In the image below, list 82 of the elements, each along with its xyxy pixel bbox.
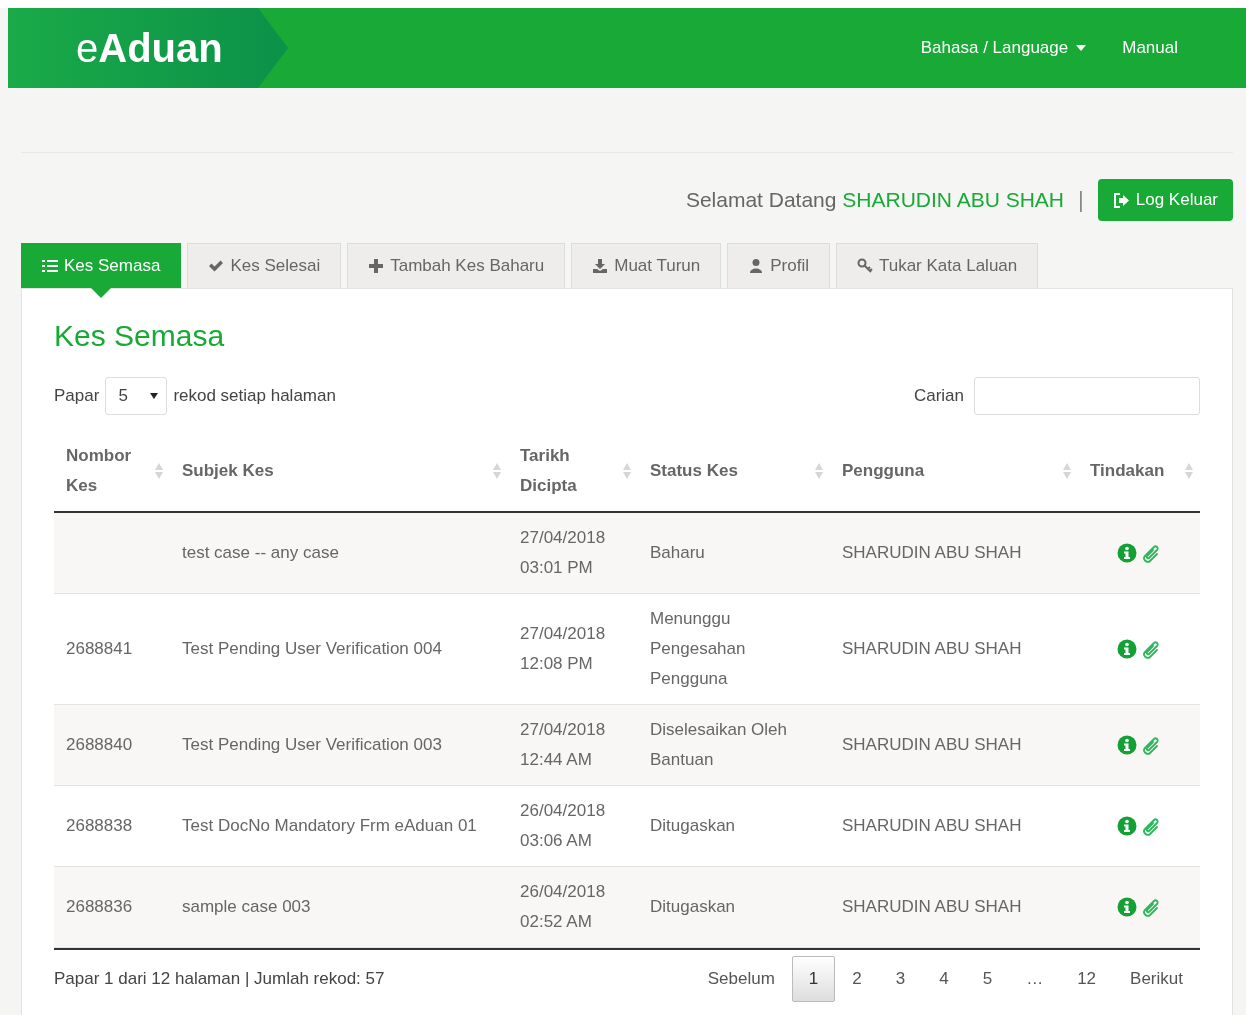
table-cell: Baharu bbox=[650, 543, 705, 562]
panel-title: Kes Semasa bbox=[54, 319, 226, 353]
search-field[interactable] bbox=[974, 377, 1200, 415]
column-header[interactable]: Nombor Kes bbox=[66, 441, 150, 501]
table-cell: 27/04/2018 12:44 AM bbox=[520, 720, 606, 769]
paperclip-icon[interactable] bbox=[1141, 735, 1161, 755]
info-icon[interactable] bbox=[1117, 816, 1137, 836]
caret-icon bbox=[150, 393, 159, 399]
table-cell: 26/04/2018 03:06 AM bbox=[520, 801, 606, 850]
column-header[interactable]: Tindakan bbox=[1090, 456, 1165, 486]
table-cell: 2688836 bbox=[66, 897, 133, 916]
key-icon bbox=[856, 258, 873, 274]
table-cell: SHARUDIN ABU SHAH bbox=[842, 735, 1022, 754]
page-size-select[interactable]: 5 bbox=[105, 377, 168, 415]
logout-button[interactable]: Log Keluar bbox=[1097, 179, 1233, 221]
pagination-info: Papar 1 dari 12 halaman | Jumlah rekod: 57 bbox=[54, 969, 385, 989]
table-cell: test case -- any case bbox=[182, 543, 339, 562]
logo[interactable]: eAduan bbox=[76, 25, 223, 71]
paperclip-icon[interactable] bbox=[1141, 639, 1161, 659]
download-icon bbox=[592, 258, 609, 274]
list-icon bbox=[42, 258, 58, 274]
caret-icon bbox=[1076, 45, 1087, 51]
sort-icon[interactable] bbox=[1062, 461, 1072, 481]
paperclip-icon[interactable] bbox=[1141, 543, 1161, 563]
tab[interactable]: Muat Turun bbox=[571, 243, 722, 288]
table-cell: sample case 003 bbox=[182, 897, 311, 916]
sort-icon[interactable] bbox=[154, 461, 164, 481]
length-label: Papar bbox=[54, 386, 100, 406]
paperclip-icon[interactable] bbox=[1141, 897, 1161, 917]
page-button[interactable]: … bbox=[1009, 956, 1061, 1002]
info-icon[interactable] bbox=[1117, 639, 1137, 659]
tab[interactable]: Tukar Kata Laluan bbox=[835, 243, 1039, 288]
user-icon bbox=[748, 258, 765, 274]
table-cell: Test Pending User Verification 003 bbox=[182, 735, 442, 754]
table-cell: SHARUDIN ABU SHAH bbox=[842, 897, 1022, 916]
tab[interactable]: Profil bbox=[727, 243, 830, 288]
column-header[interactable]: Tarikh Dicipta bbox=[520, 441, 618, 501]
sort-icon[interactable] bbox=[492, 461, 502, 481]
column-header[interactable]: Subjek Kes bbox=[182, 456, 274, 486]
search-label: Carian bbox=[913, 386, 964, 406]
welcome-text: Selamat Datang SHARUDIN ABU SHAH bbox=[685, 188, 1065, 212]
page-button[interactable]: 2 bbox=[835, 956, 879, 1002]
table-cell: Test DocNo Mandatory Frm eAduan 01 bbox=[182, 816, 477, 835]
next-button[interactable]: Berikut bbox=[1113, 956, 1200, 1002]
logout-icon bbox=[1112, 192, 1130, 208]
nav-link[interactable]: Manual bbox=[1122, 38, 1178, 58]
page-button[interactable]: 1 bbox=[791, 956, 836, 1002]
table-cell: Diselesaikan Oleh Bantuan bbox=[650, 720, 787, 769]
checkmark-icon bbox=[208, 258, 225, 274]
table-cell: 2688840 bbox=[66, 735, 133, 754]
table-cell: 27/04/2018 12:08 PM bbox=[520, 624, 606, 673]
tab[interactable]: Kes Selesai bbox=[187, 243, 342, 288]
plus-icon bbox=[368, 258, 385, 274]
info-icon[interactable] bbox=[1117, 543, 1137, 563]
table-cell: 2688838 bbox=[66, 816, 133, 835]
page-button[interactable]: 4 bbox=[922, 956, 966, 1002]
table-cell: SHARUDIN ABU SHAH bbox=[842, 543, 1022, 562]
paperclip-icon[interactable] bbox=[1141, 816, 1161, 836]
table-cell: SHARUDIN ABU SHAH bbox=[842, 639, 1022, 658]
info-icon[interactable] bbox=[1117, 897, 1137, 917]
table-cell: 27/04/2018 03:01 PM bbox=[520, 528, 606, 577]
previous-button[interactable]: Sebelum bbox=[690, 956, 792, 1002]
table-cell: Ditugaskan bbox=[650, 816, 736, 835]
length-label: rekod setiap halaman bbox=[173, 386, 336, 406]
sort-icon[interactable] bbox=[622, 461, 632, 481]
sort-icon[interactable] bbox=[814, 461, 824, 481]
table-cell: SHARUDIN ABU SHAH bbox=[842, 816, 1022, 835]
separator: | bbox=[1078, 187, 1084, 213]
page-button[interactable]: 3 bbox=[878, 956, 923, 1002]
nav-link[interactable]: Bahasa / Language bbox=[920, 38, 1087, 58]
table-cell: Ditugaskan bbox=[650, 897, 736, 916]
table-cell: 2688841 bbox=[66, 639, 133, 658]
info-icon[interactable] bbox=[1117, 735, 1137, 755]
column-header[interactable]: Status Kes bbox=[650, 456, 738, 486]
tab[interactable]: Tambah Kes Baharu bbox=[347, 243, 566, 288]
column-header[interactable]: Pengguna bbox=[842, 456, 925, 486]
table-cell: Menunggu Pengesahan Pengguna bbox=[650, 609, 746, 688]
table-cell: 26/04/2018 02:52 AM bbox=[520, 882, 606, 931]
page-button[interactable]: 5 bbox=[965, 956, 1010, 1002]
table-cell: Test Pending User Verification 004 bbox=[182, 639, 442, 658]
sort-icon[interactable] bbox=[1184, 461, 1194, 481]
page-button[interactable]: 12 bbox=[1060, 956, 1114, 1002]
